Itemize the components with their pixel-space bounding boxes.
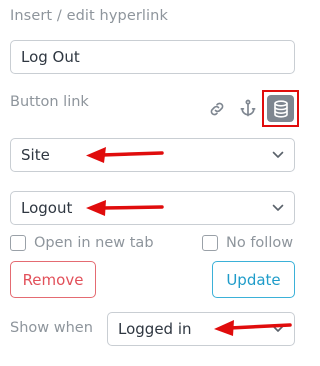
annotation-arrow-icon xyxy=(86,147,164,163)
no-follow-label: No follow xyxy=(226,235,294,251)
open-new-tab-checkbox[interactable]: Open in new tab xyxy=(10,235,154,251)
link-text-input[interactable] xyxy=(10,40,295,74)
annotation-arrow-icon xyxy=(214,320,292,336)
show-when-label: Show when xyxy=(10,320,93,336)
link-page-value: Logout xyxy=(21,199,73,217)
anchor-icon[interactable] xyxy=(236,96,260,120)
chevron-down-icon xyxy=(272,151,284,159)
link-icon[interactable] xyxy=(205,97,229,121)
database-link-highlight xyxy=(262,90,299,127)
show-when-value: Logged in xyxy=(118,320,192,338)
open-new-tab-label: Open in new tab xyxy=(34,235,154,251)
database-icon[interactable] xyxy=(267,95,294,122)
checkbox-icon[interactable] xyxy=(10,235,26,251)
checkbox-icon[interactable] xyxy=(202,235,218,251)
chevron-down-icon xyxy=(272,204,284,212)
annotation-arrow-icon xyxy=(86,200,164,216)
no-follow-checkbox[interactable]: No follow xyxy=(202,235,293,251)
remove-button[interactable]: Remove xyxy=(10,261,96,298)
button-link-label: Button link xyxy=(10,94,89,110)
panel-title: Insert / edit hyperlink xyxy=(10,8,168,24)
link-source-value: Site xyxy=(21,146,50,164)
update-button[interactable]: Update xyxy=(212,261,295,298)
